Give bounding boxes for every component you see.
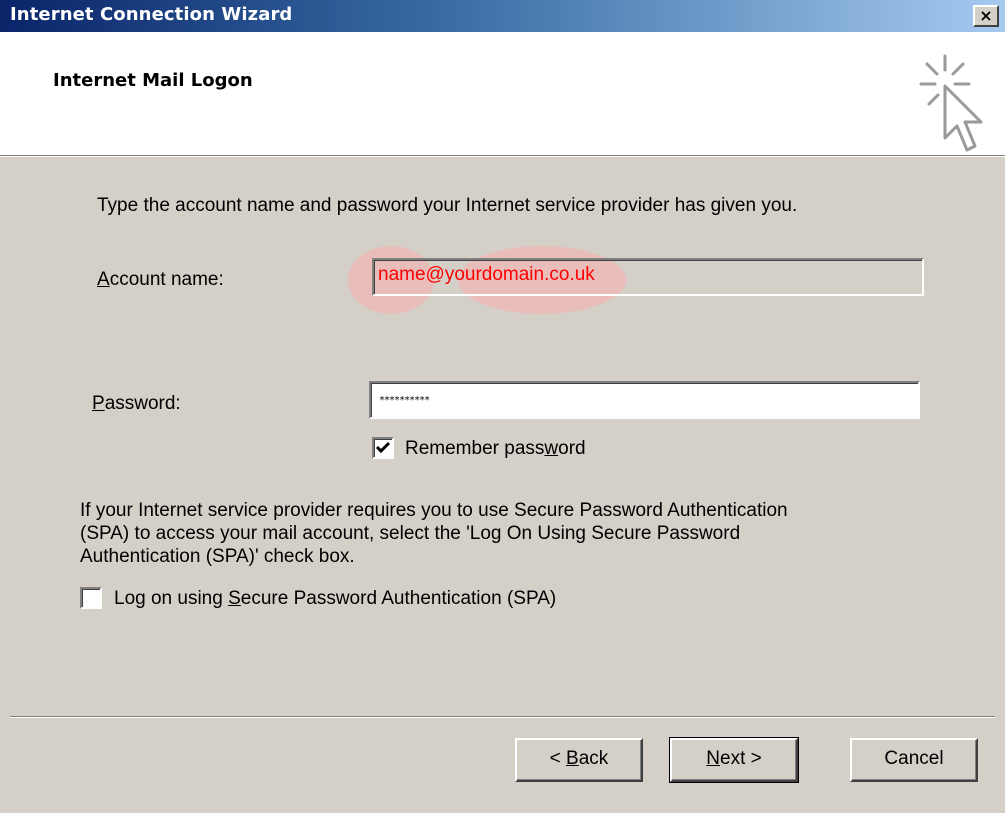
page-title: Internet Mail Logon — [53, 70, 253, 91]
spa-checkbox[interactable] — [80, 587, 102, 609]
password-label: Password: — [92, 393, 181, 414]
close-icon: × — [979, 6, 993, 25]
account-name-input[interactable]: name@yourdomain.co.uk — [372, 258, 924, 296]
account-name-label: Account name: — [97, 269, 224, 290]
spa-info-line-3: Authentication (SPA)' check box. — [80, 546, 355, 567]
close-button[interactable]: × — [973, 5, 999, 27]
header-panel: Internet Mail Logon — [0, 32, 1005, 156]
password-input[interactable]: ********** — [369, 381, 920, 419]
title-bar[interactable]: Internet Connection Wizard × — [0, 0, 1005, 32]
wizard-dialog: Internet Connection Wizard × Internet Ma… — [0, 0, 1005, 813]
spa-info-line-2: (SPA) to access your mail account, selec… — [80, 523, 741, 544]
spa-info-line-1: If your Internet service provider requir… — [80, 500, 788, 521]
footer-divider — [10, 716, 995, 718]
instruction-text: Type the account name and password your … — [97, 195, 798, 216]
check-icon — [375, 441, 391, 454]
cancel-button[interactable]: Cancel — [850, 738, 978, 782]
wizard-cursor-icon — [919, 54, 983, 152]
spa-checkbox-label[interactable]: Log on using Secure Password Authenticat… — [114, 587, 556, 610]
password-value: ********** — [379, 395, 430, 406]
remember-password-label[interactable]: Remember password — [405, 437, 586, 460]
remember-password-checkbox[interactable] — [372, 437, 394, 459]
next-button[interactable]: Next > — [669, 737, 799, 783]
window-title: Internet Connection Wizard — [10, 4, 293, 25]
account-name-value: name@yourdomain.co.uk — [378, 264, 595, 285]
back-button[interactable]: < Back — [515, 738, 643, 782]
